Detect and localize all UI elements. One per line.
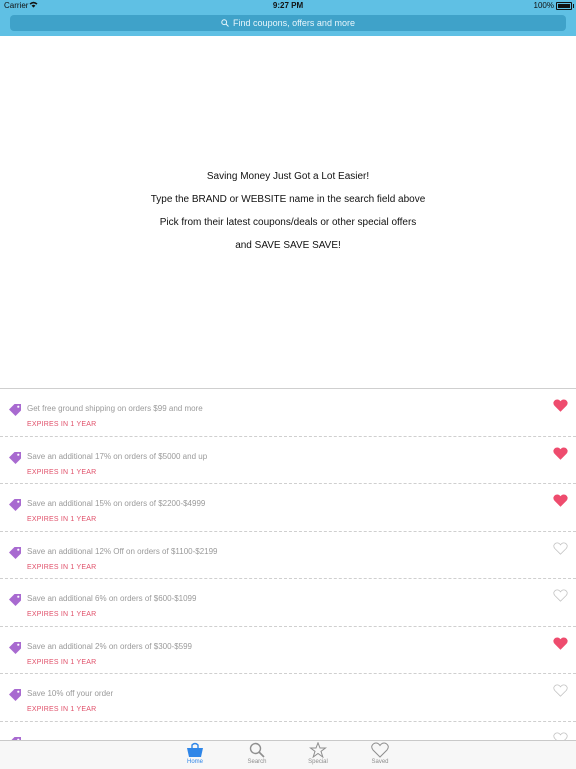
deal-row[interactable]: Save an additional 6% on orders of $600-…: [0, 579, 576, 627]
price-tag-icon: [8, 403, 22, 422]
heart-icon[interactable]: [553, 636, 568, 655]
deal-title: Save an additional 6% on orders of $600-…: [27, 594, 197, 603]
deal-row[interactable]: Get free ground shipping on orders $99 a…: [0, 389, 576, 437]
tab-home-label: Home: [186, 759, 203, 765]
deal-expiry: EXPIRES IN 1 YEAR: [27, 563, 97, 571]
intro-line-4: and SAVE SAVE SAVE!: [235, 240, 341, 251]
heart-icon[interactable]: [553, 446, 568, 465]
tab-saved-label: Saved: [371, 759, 389, 765]
price-tag-icon: [8, 641, 22, 660]
tab-saved[interactable]: Saved: [360, 741, 400, 769]
deals-list[interactable]: Get free ground shipping on orders $99 a…: [0, 388, 576, 741]
deal-title: Save an additional 2% on orders of $300-…: [27, 641, 193, 651]
deal-title: Save an additional 15% on orders of $220…: [27, 499, 206, 508]
heart-icon[interactable]: [553, 684, 568, 702]
nav-bar: Find coupons, offers and more: [0, 12, 576, 36]
star-icon: [298, 742, 338, 758]
deal-expiry: EXPIRES IN 1 YEAR: [27, 516, 97, 523]
tab-search-label: Search: [247, 759, 267, 765]
battery-percent: 100%: [533, 1, 554, 10]
deal-expiry: EXPIRES IN 1 YEAR: [27, 611, 97, 618]
deal-row[interactable]: Save an additional 17% on orders of $500…: [0, 437, 576, 484]
deal-title: Get free ground shipping on orders $99 a…: [27, 404, 203, 413]
deal-row[interactable]: Save an additional 2% on orders of $300-…: [0, 627, 576, 674]
price-tag-icon: [8, 688, 22, 707]
deal-title: Save an additional 17% on orders of $500…: [27, 451, 208, 461]
clock-label: 9:27 PM: [272, 1, 304, 10]
battery-icon: [556, 2, 574, 10]
tab-home[interactable]: Home: [175, 741, 215, 769]
deal-row[interactable]: Save an additional 12% Off on orders of …: [0, 532, 576, 579]
tab-special-label: Special: [308, 759, 328, 765]
price-tag-icon: [8, 451, 22, 470]
price-tag-icon: [8, 546, 22, 565]
deal-expiry: EXPIRES IN 1 YEAR: [27, 706, 97, 713]
price-tag-icon: [8, 498, 22, 517]
search-field[interactable]: Find coupons, offers and more: [10, 15, 566, 31]
deal-expiry: EXPIRES IN 1 YEAR: [27, 421, 97, 428]
intro-message: Saving Money Just Got a Lot Easier! Type…: [0, 172, 576, 264]
heart-icon[interactable]: [553, 589, 568, 607]
status-bar: Carrier 9:27 PM 100%: [0, 0, 576, 12]
deal-title: Save 10% off your order: [27, 689, 114, 698]
tab-search[interactable]: Search: [237, 741, 277, 769]
price-tag-icon: [8, 593, 22, 612]
heart-icon[interactable]: [553, 494, 568, 512]
heart-icon[interactable]: [553, 541, 568, 560]
intro-line-1: Saving Money Just Got a Lot Easier!: [206, 171, 370, 182]
deal-title: Save an additional 12% Off on orders of …: [27, 546, 218, 556]
intro-line-3: Pick from their latest coupons/deals or …: [159, 217, 417, 228]
deal-row[interactable]: [0, 722, 576, 741]
deal-row[interactable]: Save an additional 15% on orders of $220…: [0, 484, 576, 532]
search-placeholder: Find coupons, offers and more: [233, 18, 355, 28]
deal-expiry: EXPIRES IN 1 YEAR: [27, 658, 97, 666]
heart-icon: [360, 742, 400, 758]
tab-special[interactable]: Special: [298, 741, 338, 769]
search-field-icon: [221, 19, 229, 27]
shopping-bag-icon: [175, 742, 215, 758]
heart-icon[interactable]: [553, 399, 568, 417]
intro-line-2: Type the BRAND or WEBSITE name in the se…: [150, 194, 426, 205]
search-icon: [237, 742, 277, 758]
deal-row[interactable]: Save 10% off your order EXPIRES IN 1 YEA…: [0, 674, 576, 722]
deal-expiry: EXPIRES IN 1 YEAR: [27, 468, 97, 476]
tab-bar: Home Search Special Saved: [0, 740, 576, 769]
